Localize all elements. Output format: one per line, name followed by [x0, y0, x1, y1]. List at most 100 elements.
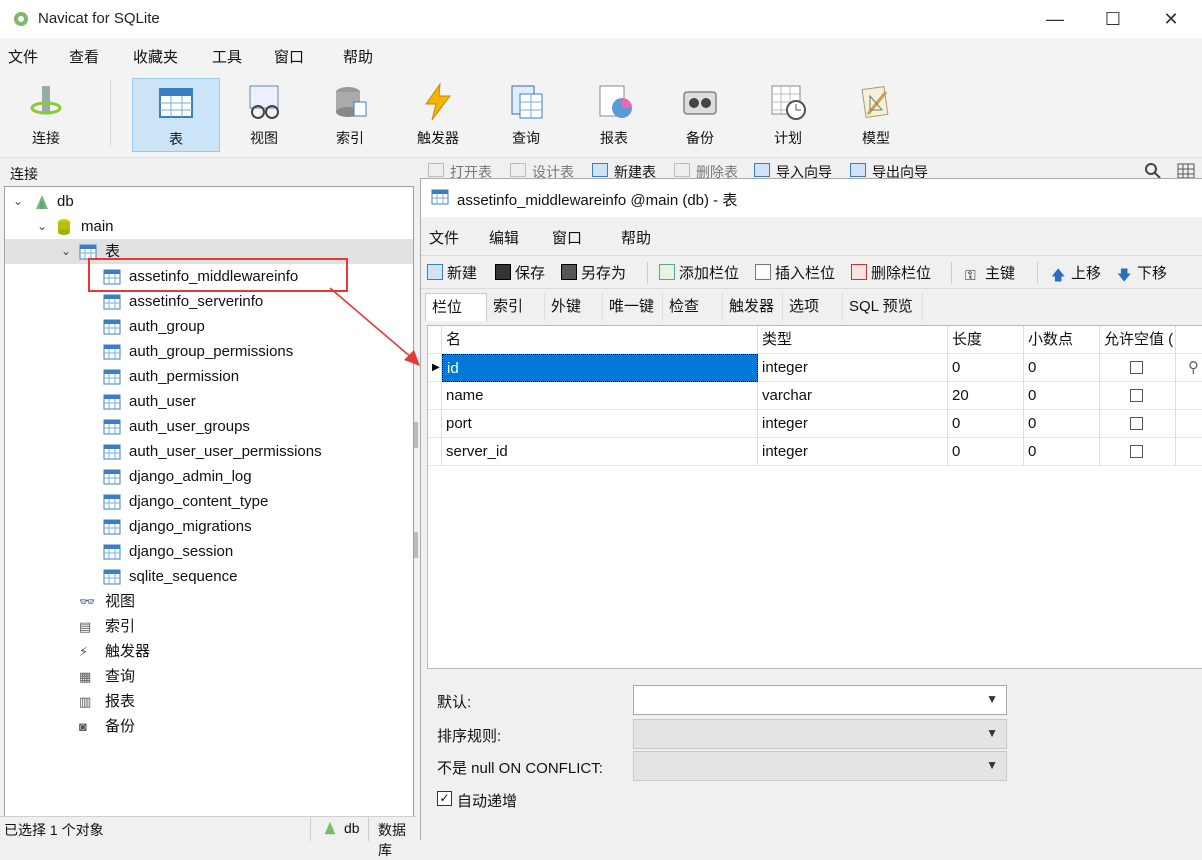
- splitter-handle[interactable]: [414, 532, 418, 558]
- field-name-cell[interactable]: id: [442, 354, 758, 382]
- tree-item-table[interactable]: django_migrations: [5, 514, 413, 539]
- field-extra-cell[interactable]: [1176, 438, 1202, 466]
- chevron-down-icon[interactable]: ⌄: [61, 239, 71, 264]
- menu-view[interactable]: 查看: [69, 46, 99, 67]
- menu-help[interactable]: 帮助: [343, 46, 373, 67]
- ribbon-model-button[interactable]: 模型: [834, 78, 918, 152]
- ribbon-backup-button[interactable]: 备份: [658, 78, 742, 152]
- tree-item-group[interactable]: ▦ 查询: [5, 664, 413, 689]
- tab-unique-keys[interactable]: 唯一键: [603, 293, 663, 321]
- field-extra-cell[interactable]: [1176, 382, 1202, 410]
- new-button[interactable]: 新建: [427, 262, 477, 283]
- field-nullable-cell[interactable]: [1100, 354, 1176, 382]
- ribbon-view-button[interactable]: 视图: [222, 78, 306, 152]
- ribbon-schedule-button[interactable]: 计划: [746, 78, 830, 152]
- nullable-checkbox[interactable]: [1130, 445, 1143, 458]
- menu-favorites[interactable]: 收藏夹: [133, 46, 178, 67]
- field-decimals-cell[interactable]: 0: [1024, 438, 1100, 466]
- field-type-cell[interactable]: integer: [758, 354, 948, 382]
- row-header[interactable]: [428, 382, 442, 410]
- column-header-name[interactable]: 名: [442, 326, 758, 354]
- delete-field-button[interactable]: 删除栏位: [851, 262, 931, 283]
- row-header[interactable]: ▶: [428, 354, 442, 382]
- tree-item-table[interactable]: sqlite_sequence: [5, 564, 413, 589]
- tab-indexes[interactable]: 索引: [487, 293, 545, 321]
- field-nullable-cell[interactable]: [1100, 382, 1176, 410]
- move-up-button[interactable]: 🡅 上移: [1051, 262, 1101, 283]
- tree-item-table[interactable]: django_content_type: [5, 489, 413, 514]
- field-type-cell[interactable]: integer: [758, 410, 948, 438]
- tab-checks[interactable]: 检查: [663, 293, 723, 321]
- ribbon-connect-button[interactable]: 连接: [4, 78, 88, 152]
- tree-item-table[interactable]: auth_user_user_permissions: [5, 439, 413, 464]
- tab-fields[interactable]: 栏位: [425, 293, 487, 321]
- field-length-cell[interactable]: 0: [948, 410, 1024, 438]
- field-length-cell[interactable]: 0: [948, 438, 1024, 466]
- field-decimals-cell[interactable]: 0: [1024, 354, 1100, 382]
- nullable-checkbox[interactable]: [1130, 417, 1143, 430]
- move-down-button[interactable]: 🡇 下移: [1117, 262, 1167, 283]
- tree-item-table[interactable]: django_session: [5, 539, 413, 564]
- nullable-checkbox[interactable]: [1130, 361, 1143, 374]
- ribbon-table-button[interactable]: 表: [132, 78, 220, 152]
- collation-select[interactable]: ▼: [633, 719, 1007, 749]
- ribbon-trigger-button[interactable]: 触发器: [396, 78, 480, 152]
- menu-window[interactable]: 窗口: [274, 46, 304, 67]
- field-length-cell[interactable]: 20: [948, 382, 1024, 410]
- tab-sql-preview[interactable]: SQL 预览: [843, 293, 923, 321]
- add-field-button[interactable]: 添加栏位: [659, 262, 739, 283]
- insert-field-button[interactable]: 插入栏位: [755, 262, 835, 283]
- default-select[interactable]: ▼: [633, 685, 1007, 715]
- column-header-decimals[interactable]: 小数点: [1024, 326, 1100, 354]
- tree-item-table[interactable]: auth_user: [5, 389, 413, 414]
- tree-item-group[interactable]: 👓 视图: [5, 589, 413, 614]
- field-name-cell[interactable]: server_id: [442, 438, 758, 466]
- splitter-handle[interactable]: [414, 422, 418, 448]
- tab-triggers[interactable]: 触发器: [723, 293, 783, 321]
- tree-item-group[interactable]: ⚡ 触发器: [5, 639, 413, 664]
- tree-item-table[interactable]: django_admin_log: [5, 464, 413, 489]
- row-header[interactable]: [428, 438, 442, 466]
- designer-menu-window[interactable]: 窗口: [552, 227, 582, 248]
- menu-tools[interactable]: 工具: [212, 46, 242, 67]
- field-type-cell[interactable]: integer: [758, 438, 948, 466]
- field-name-cell[interactable]: name: [442, 382, 758, 410]
- menu-file[interactable]: 文件: [8, 46, 38, 67]
- field-decimals-cell[interactable]: 0: [1024, 382, 1100, 410]
- primary-key-button[interactable]: ⚿ 主键: [965, 262, 1015, 283]
- field-nullable-cell[interactable]: [1100, 410, 1176, 438]
- field-decimals-cell[interactable]: 0: [1024, 410, 1100, 438]
- field-nullable-cell[interactable]: [1100, 438, 1176, 466]
- designer-menu-edit[interactable]: 编辑: [489, 227, 519, 248]
- column-header-type[interactable]: 类型: [758, 326, 948, 354]
- designer-menu-help[interactable]: 帮助: [621, 227, 651, 248]
- field-name-cell[interactable]: port: [442, 410, 758, 438]
- ribbon-index-button[interactable]: 索引: [308, 78, 392, 152]
- ribbon-report-button[interactable]: 报表: [572, 78, 656, 152]
- save-button[interactable]: 保存: [495, 262, 545, 283]
- field-length-cell[interactable]: 0: [948, 354, 1024, 382]
- chevron-down-icon[interactable]: ⌄: [13, 189, 23, 214]
- tree-item-group[interactable]: ▤ 索引: [5, 614, 413, 639]
- column-header-length[interactable]: 长度: [948, 326, 1024, 354]
- column-header-nullable[interactable]: 允许空值 (: [1100, 326, 1176, 354]
- save-as-button[interactable]: 另存为: [561, 262, 626, 283]
- tree-item-main[interactable]: ⌄ main: [5, 214, 413, 239]
- tab-foreign-keys[interactable]: 外键: [545, 293, 603, 321]
- close-button[interactable]: ✕: [1142, 0, 1200, 38]
- field-type-cell[interactable]: varchar: [758, 382, 948, 410]
- on-conflict-select[interactable]: ▼: [633, 751, 1007, 781]
- row-header[interactable]: [428, 410, 442, 438]
- designer-menu-file[interactable]: 文件: [429, 227, 459, 248]
- nullable-checkbox[interactable]: [1130, 389, 1143, 402]
- chevron-down-icon[interactable]: ⌄: [37, 214, 47, 239]
- tab-options[interactable]: 选项: [783, 293, 843, 321]
- field-extra-cell[interactable]: [1176, 410, 1202, 438]
- ribbon-query-button[interactable]: 查询: [484, 78, 568, 152]
- tree-item-group[interactable]: ▥ 报表: [5, 689, 413, 714]
- tree-item-table[interactable]: auth_user_groups: [5, 414, 413, 439]
- tree-item-group[interactable]: ◙ 备份: [5, 714, 413, 739]
- minimize-button[interactable]: —: [1026, 0, 1084, 38]
- tree-item-db[interactable]: ⌄ db: [5, 189, 413, 214]
- maximize-button[interactable]: ☐: [1084, 0, 1142, 38]
